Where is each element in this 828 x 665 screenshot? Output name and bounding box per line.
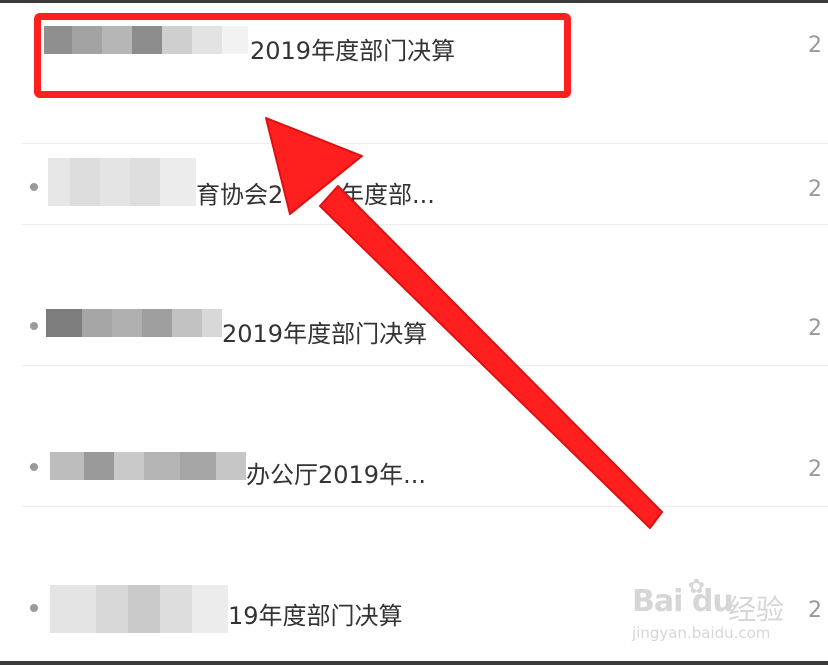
item-title: 办公厅2019年... — [246, 461, 426, 489]
item-title: 育协会2 — [196, 181, 284, 209]
item-date: 2 — [808, 457, 822, 482]
list-item[interactable]: 办公厅2019年... 2 — [0, 366, 828, 507]
item-title-continued: 年度部... — [340, 181, 435, 209]
item-title: 19年度部门决算 — [228, 602, 403, 630]
list-item[interactable]: 2019年度部门决算 2 — [0, 225, 828, 366]
redacted-text — [46, 309, 222, 337]
item-date: 2 — [808, 598, 822, 623]
bullet-icon — [30, 463, 38, 471]
redacted-text — [50, 452, 246, 480]
item-title: 2019年度部门决算 — [222, 320, 428, 348]
watermark-logo: Bai du — [632, 584, 734, 619]
bullet-icon — [30, 183, 38, 191]
watermark-brand: 经验 — [728, 593, 785, 626]
item-date: 2 — [808, 33, 822, 58]
watermark-url: jingyan.baidu.com — [632, 624, 771, 642]
item-date: 2 — [808, 316, 822, 341]
watermark: ✿ Bai du 经验 jingyan.baidu.com — [632, 572, 792, 652]
highlight-box — [34, 13, 571, 98]
bullet-icon — [30, 322, 38, 330]
list-item[interactable]: 育协会2 年度部... 2 — [0, 84, 828, 225]
bottom-border — [0, 661, 828, 665]
redacted-text — [48, 158, 196, 206]
item-date: 2 — [808, 177, 822, 202]
redacted-text — [50, 585, 228, 633]
bullet-icon — [30, 604, 38, 612]
